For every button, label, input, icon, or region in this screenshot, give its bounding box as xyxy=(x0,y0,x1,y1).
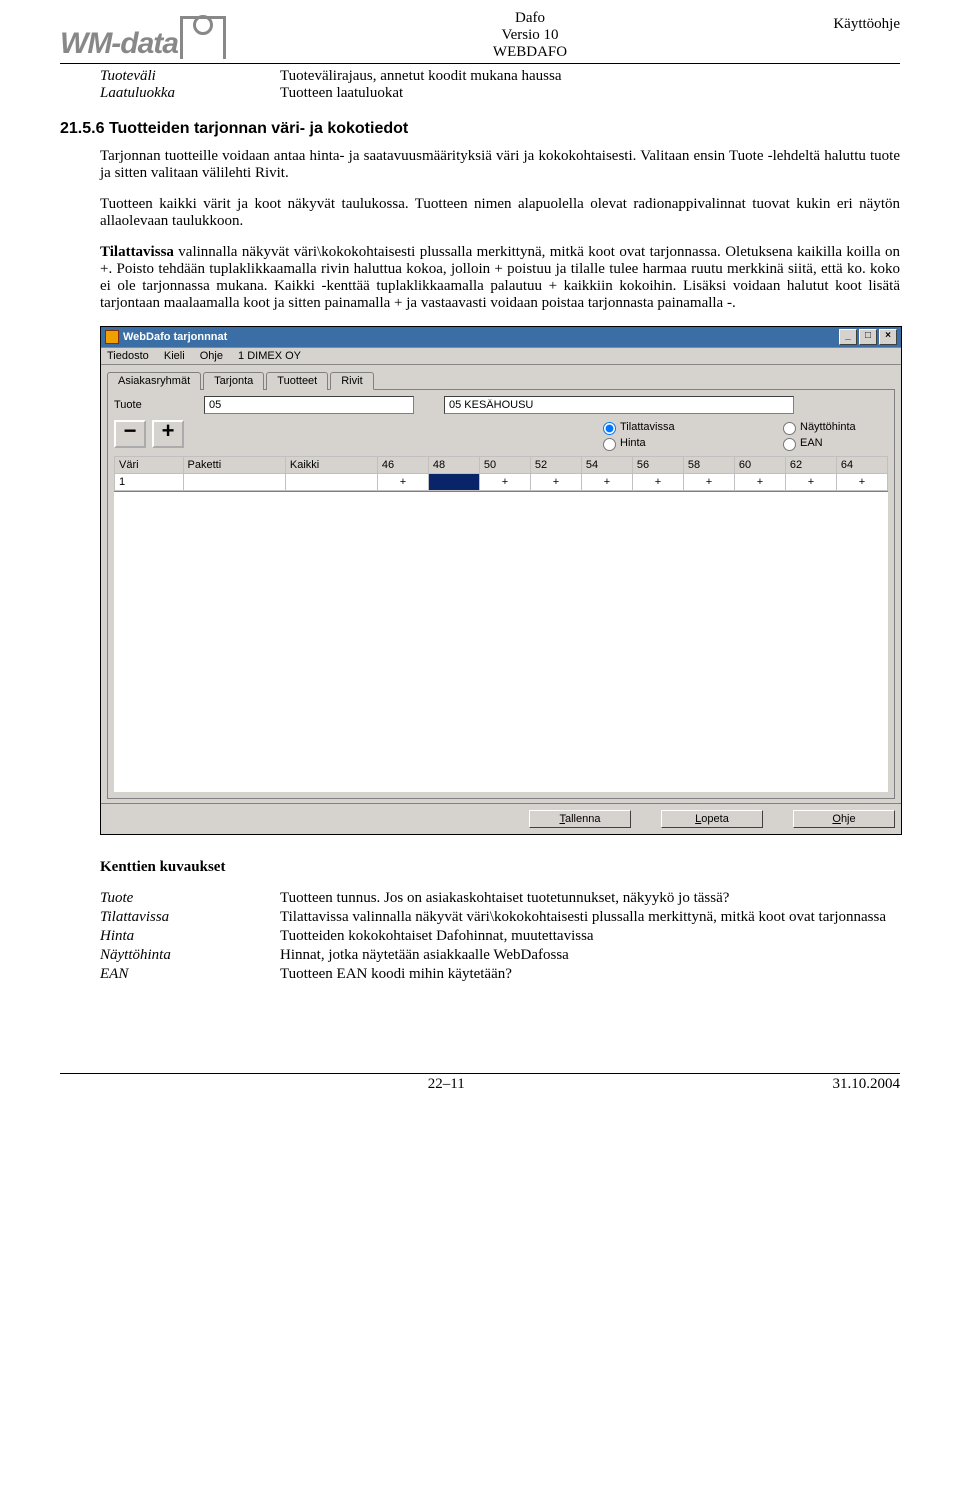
app-icon xyxy=(105,330,119,344)
tab-rivit[interactable]: Rivit xyxy=(330,372,373,390)
def-row: Laatuluokka Tuotteen laatuluokat xyxy=(100,85,900,102)
minimize-button[interactable]: _ xyxy=(839,329,857,345)
maximize-button[interactable]: □ xyxy=(859,329,877,345)
radio-nayttohinta[interactable]: Näyttöhinta xyxy=(778,419,868,435)
close-button[interactable]: × xyxy=(879,329,897,345)
grid-row[interactable]: 1 + + + + + + + + + xyxy=(115,474,888,491)
tuote-name-display xyxy=(444,396,794,414)
tab-body: Tuote − + Tilattavissa Hinta Näyttöhinta xyxy=(107,389,895,799)
paragraph: Tuotteen kaikki värit ja koot näkyvät ta… xyxy=(100,196,900,230)
tab-asiakasryhmat[interactable]: Asiakasryhmät xyxy=(107,372,201,390)
quit-button[interactable]: Lopeta xyxy=(661,810,763,828)
field-row: NäyttöhintaHinnat, jotka näytetään asiak… xyxy=(100,947,900,964)
field-row: EANTuotteen EAN koodi mihin käytetään? xyxy=(100,966,900,983)
plus-button[interactable]: + xyxy=(152,420,184,448)
tuote-input[interactable] xyxy=(204,396,414,414)
doc-system: WEBDAFO xyxy=(300,44,760,61)
doc-title: Dafo xyxy=(300,10,760,27)
footer-date: 31.10.2004 xyxy=(832,1076,900,1093)
tuote-label: Tuote xyxy=(114,399,204,411)
minus-button[interactable]: − xyxy=(114,420,146,448)
person-icon xyxy=(180,16,226,59)
page-number: 22–11 xyxy=(428,1076,465,1093)
radio-hinta[interactable]: Hinta xyxy=(598,435,688,451)
doc-type: Käyttöohje xyxy=(760,10,900,33)
tabs: Asiakasryhmät Tarjonta Tuotteet Rivit xyxy=(101,365,901,389)
radio-tilattavissa[interactable]: Tilattavissa xyxy=(598,419,688,435)
menubar[interactable]: Tiedosto Kieli Ohje 1 DIMEX OY xyxy=(101,348,901,365)
def-row: Tuoteväli Tuotevälirajaus, annetut koodi… xyxy=(100,68,900,85)
help-button[interactable]: Ohje xyxy=(793,810,895,828)
size-grid[interactable]: Väri Paketti Kaikki 46 48 50 52 54 56 58… xyxy=(114,456,888,491)
paragraph: Tarjonnan tuotteille voidaan antaa hinta… xyxy=(100,148,900,182)
field-row: TilattavissaTilattavissa valinnalla näky… xyxy=(100,909,900,926)
save-button[interactable]: Tallenna xyxy=(529,810,631,828)
grid-empty xyxy=(114,491,888,792)
menu-company[interactable]: 1 DIMEX OY xyxy=(238,350,301,362)
tab-tarjonta[interactable]: Tarjonta xyxy=(203,372,264,390)
app-window: WebDafo tarjonnnat _ □ × Tiedosto Kieli … xyxy=(100,326,902,835)
menu-help[interactable]: Ohje xyxy=(200,350,223,362)
titlebar[interactable]: WebDafo tarjonnnat _ □ × xyxy=(101,327,901,348)
radio-ean[interactable]: EAN xyxy=(778,435,868,451)
fields-heading: Kenttien kuvaukset xyxy=(100,859,900,876)
header-center: Dafo Versio 10 WEBDAFO xyxy=(300,10,760,61)
window-title: WebDafo tarjonnnat xyxy=(123,331,227,343)
field-row: HintaTuotteiden kokokohtaiset Dafohinnat… xyxy=(100,928,900,945)
logo: WM-data xyxy=(60,10,300,59)
tab-tuotteet[interactable]: Tuotteet xyxy=(266,372,328,390)
section-heading: 21.5.6 Tuotteiden tarjonnan väri- ja kok… xyxy=(60,120,900,138)
doc-version: Versio 10 xyxy=(300,27,760,44)
footer: 22–11 31.10.2004 xyxy=(60,1073,900,1095)
field-row: TuoteTuotteen tunnus. Jos on asiakaskoht… xyxy=(100,890,900,907)
menu-lang[interactable]: Kieli xyxy=(164,350,185,362)
menu-file[interactable]: Tiedosto xyxy=(107,350,149,362)
paragraph: Tilattavissa valinnalla näkyvät väri\kok… xyxy=(100,244,900,312)
